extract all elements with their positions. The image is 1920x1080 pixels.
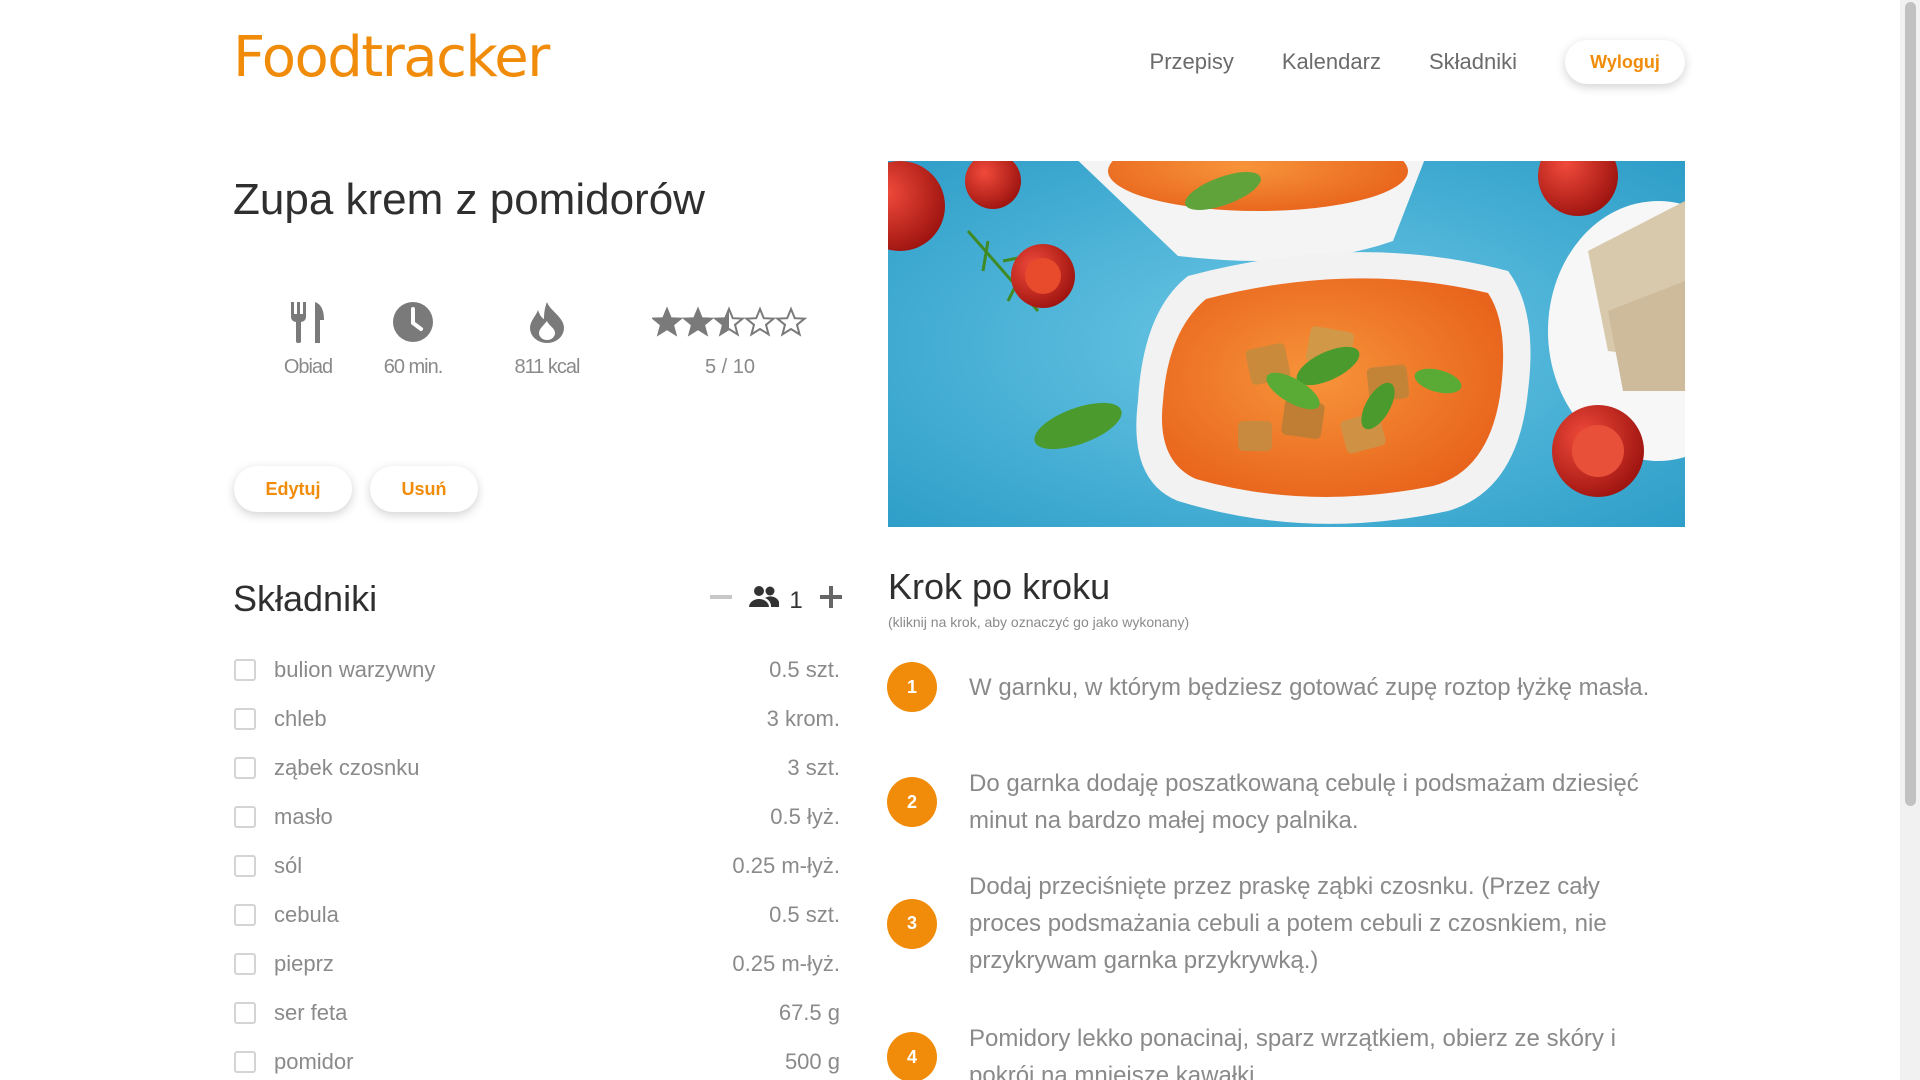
page: Foodtracker Przepisy Kalendarz Składniki…: [0, 0, 1920, 1080]
star-icon: [652, 306, 684, 337]
scrollbar[interactable]: [1900, 0, 1920, 1080]
step-text: W garnku, w którym będziesz gotować zupę…: [969, 673, 1650, 701]
delete-button[interactable]: Usuń: [370, 466, 478, 512]
ingredient-row[interactable]: sól 0.25 m-łyż.: [234, 841, 840, 890]
category-label: Obiad: [283, 356, 333, 378]
ingredient-row[interactable]: masło 0.5 łyż.: [234, 792, 840, 841]
ingredient-name: masło: [274, 803, 333, 829]
ingredient-row[interactable]: ser feta 67.5 g: [234, 988, 840, 1037]
ingredient-amount: 500 g: [784, 1048, 840, 1074]
star-icon: [712, 306, 746, 337]
steps-heading: Krok po kroku: [888, 566, 1111, 607]
edit-button[interactable]: Edytuj: [234, 466, 352, 512]
ingredient-row[interactable]: ząbek czosnku 3 szt.: [234, 743, 840, 792]
cutlery-icon: [263, 300, 353, 344]
step-number: 2: [887, 777, 937, 827]
ingredient-name: pieprz: [274, 950, 334, 976]
ingredient-checkbox[interactable]: [234, 903, 256, 926]
ingredient-amount: 0.5 łyż.: [770, 803, 840, 829]
ingredient-name: chleb: [274, 705, 327, 731]
ingredient-amount: 3 szt.: [787, 754, 840, 780]
decrease-servings-button[interactable]: [710, 586, 732, 615]
meta-rating: 5 / 10: [650, 300, 810, 379]
ingredient-amount: 0.25 m-łyż.: [732, 852, 840, 878]
nav-item-skladniki[interactable]: Składniki: [1429, 49, 1517, 75]
ingredient-checkbox[interactable]: [234, 756, 256, 779]
recipe-image: [888, 161, 1685, 527]
ingredient-amount: 0.5 szt.: [769, 901, 840, 927]
steps-hint: (kliknij na krok, aby oznaczyć go jako w…: [888, 614, 1190, 630]
app-logo[interactable]: Foodtracker: [233, 30, 550, 86]
star-icon: [681, 306, 715, 337]
rating-stars: [650, 300, 810, 344]
ingredients-list: bulion warzywny 0.5 szt. chleb 3 krom. ząbek…: [234, 645, 840, 1080]
ingredient-checkbox[interactable]: [234, 952, 256, 975]
step-text: Dodaj przeciśnięte przez praskę ząbki cz…: [969, 873, 1607, 974]
flame-icon: [497, 300, 597, 344]
step-text: Do garnka dodaję poszatkowaną cebulę i p…: [969, 770, 1639, 834]
ingredient-name: bulion warzywny: [274, 656, 436, 682]
ingredient-name: sól: [274, 852, 303, 878]
calories-label: 811 kcal: [514, 356, 580, 378]
ingredient-row[interactable]: pomidor 500 g: [234, 1037, 840, 1080]
ingredient-amount: 0.5 szt.: [769, 656, 840, 682]
step-text: Pomidory lekko ponacinaj, sparz wrzątkie…: [969, 1025, 1616, 1080]
ingredient-amount: 3 krom.: [766, 705, 840, 731]
servings-control: 1: [710, 585, 842, 616]
ingredient-checkbox[interactable]: [234, 658, 256, 681]
meta-time: 60 min.: [368, 300, 458, 379]
ingredient-checkbox[interactable]: [234, 707, 256, 730]
step-item[interactable]: 4 Pomidory lekko ponacinaj, sparz wrzątki…: [887, 1020, 1687, 1080]
ingredient-row[interactable]: bulion warzywny 0.5 szt.: [234, 645, 840, 694]
ingredient-checkbox[interactable]: [234, 1001, 256, 1024]
nav-item-przepisy[interactable]: Przepisy: [1150, 49, 1234, 75]
step-item[interactable]: 1 W garnku, w którym będziesz gotować zup…: [887, 662, 1687, 712]
ingredient-amount: 67.5 g: [778, 999, 840, 1025]
ingredient-row[interactable]: pieprz 0.25 m-łyż.: [234, 939, 840, 988]
recipe-title: Zupa krem z pomidorów: [233, 175, 705, 224]
ingredient-row[interactable]: cebula 0.5 szt.: [234, 890, 840, 939]
ingredient-name: cebula: [274, 901, 339, 927]
star-icon: [743, 306, 777, 337]
ingredients-heading: Składniki: [233, 578, 378, 619]
ingredient-checkbox[interactable]: [234, 854, 256, 877]
time-label: 60 min.: [383, 356, 444, 378]
ingredient-checkbox[interactable]: [234, 1050, 256, 1073]
ingredient-amount: 0.25 m-łyż.: [732, 950, 840, 976]
clock-icon: [368, 300, 458, 344]
star-icon: [774, 306, 808, 337]
logout-button[interactable]: Wyloguj: [1565, 40, 1685, 84]
meta-category: Obiad: [263, 300, 353, 379]
people-icon: [749, 585, 780, 616]
nav-item-kalendarz[interactable]: Kalendarz: [1282, 49, 1381, 75]
increase-servings-button[interactable]: [819, 586, 842, 615]
ingredient-name: pomidor: [274, 1048, 354, 1074]
ingredient-name: ser feta: [274, 999, 348, 1025]
scrollbar-thumb[interactable]: [1905, 2, 1916, 806]
rating-label: 5 / 10: [704, 356, 756, 378]
ingredient-row[interactable]: chleb 3 krom.: [234, 694, 840, 743]
top-nav: Przepisy Kalendarz Składniki Wyloguj: [1150, 40, 1685, 84]
meta-calories: 811 kcal: [497, 300, 597, 379]
step-item[interactable]: 3 Dodaj przeciśnięte przez praskę ząbki c…: [887, 868, 1687, 979]
ingredient-name: ząbek czosnku: [274, 754, 420, 780]
step-item[interactable]: 2 Do garnka dodaję poszatkowaną cebulę i …: [887, 765, 1687, 839]
step-number: 1: [887, 662, 937, 712]
servings-count: 1: [789, 586, 803, 614]
ingredient-checkbox[interactable]: [234, 805, 256, 828]
step-number: 4: [887, 1032, 937, 1080]
step-number: 3: [887, 898, 937, 949]
